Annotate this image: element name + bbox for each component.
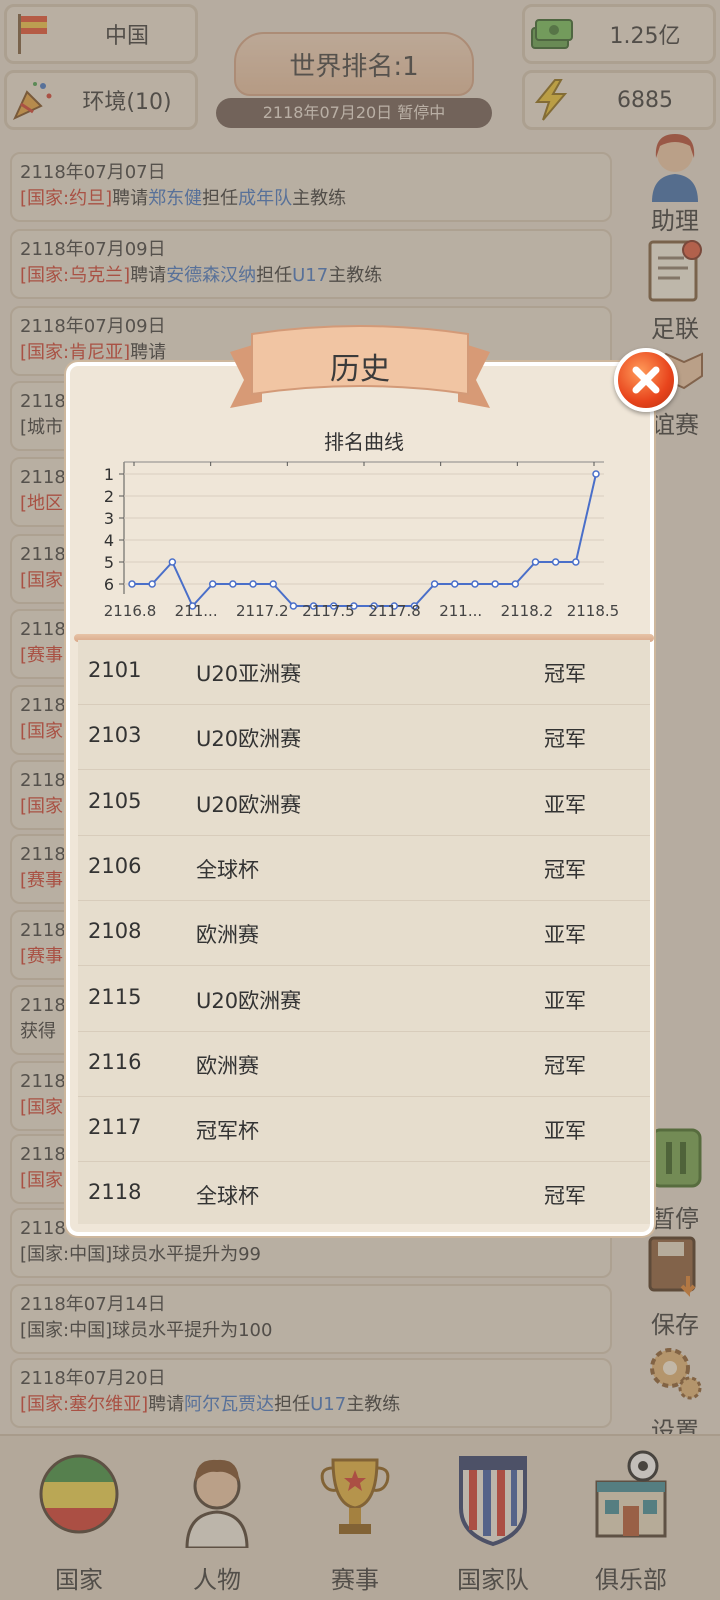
- x-tick-label: 2118.5: [567, 602, 620, 620]
- data-point: [572, 558, 580, 566]
- table-row[interactable]: 2106 全球杯 冠军: [78, 836, 650, 901]
- modal-title: 历史: [330, 352, 390, 387]
- history-year: 2118: [88, 1180, 142, 1205]
- history-result: 亚军: [544, 923, 586, 948]
- history-event: 冠军杯: [196, 1119, 259, 1144]
- history-event: U20亚洲赛: [196, 662, 302, 686]
- y-tick-label: 2: [104, 487, 114, 506]
- table-row[interactable]: 2105 U20欧洲赛 亚军: [78, 771, 650, 836]
- y-tick-label: 4: [104, 531, 114, 550]
- history-year: 2106: [88, 853, 142, 878]
- history-result: 亚军: [544, 988, 586, 1013]
- data-point: [551, 558, 560, 566]
- table-row[interactable]: 2103 U20欧洲赛 冠军: [78, 705, 650, 771]
- data-point: [229, 580, 237, 588]
- history-year: 2115: [88, 984, 142, 1009]
- rank-chart-svg: 1 2 3 4 5 6 2116.8 211... 2117.2 2117.5 2117.8 211.…: [104, 461, 620, 620]
- y-tick-label: 5: [104, 553, 114, 572]
- history-year: 2108: [88, 919, 142, 944]
- history-table[interactable]: 2101 U20亚洲赛 冠军 2103 U20欧洲赛 冠军 2105 U20欧洲赛 亚军 2106…: [78, 640, 650, 1224]
- history-result: 冠军: [544, 1053, 586, 1078]
- data-point: [168, 558, 177, 566]
- table-row[interactable]: 2115 U20欧洲赛 亚军: [78, 967, 650, 1032]
- history-result: 冠军: [544, 1184, 586, 1209]
- table-row[interactable]: 2108 欧洲赛 亚军: [78, 901, 650, 967]
- data-point: [451, 580, 459, 588]
- table-row[interactable]: 2118 全球杯 冠军: [78, 1162, 650, 1224]
- data-point: [249, 580, 257, 588]
- x-tick-label: 211...: [175, 602, 218, 620]
- data-point: [430, 580, 439, 588]
- history-event: U20欧洲赛: [196, 988, 302, 1013]
- data-point: [511, 580, 520, 588]
- table-row[interactable]: 2101 U20亚洲赛 冠军: [78, 640, 650, 705]
- history-event: 欧洲赛: [196, 923, 259, 948]
- history-event: 欧洲赛: [196, 1053, 259, 1078]
- data-point: [128, 580, 136, 588]
- table-row[interactable]: 2117 冠军杯 亚军: [78, 1097, 650, 1163]
- y-tick-label: 1: [104, 465, 114, 484]
- history-year: 2117: [88, 1115, 142, 1140]
- close-button[interactable]: [614, 348, 678, 412]
- history-year: 2101: [88, 658, 142, 682]
- y-tick-label: 3: [104, 509, 114, 528]
- history-modal: 排名曲线 1 2 3 4 5 6 2116.8 211... 2117.2 2117.5 2117.…: [66, 362, 654, 1236]
- table-row[interactable]: 2116 欧洲赛 冠军: [78, 1032, 650, 1097]
- history-event: U20欧洲赛: [196, 727, 302, 752]
- history-result: 冠军: [544, 857, 586, 882]
- history-year: 2116: [88, 1049, 142, 1074]
- data-point: [289, 602, 298, 610]
- data-point: [208, 580, 217, 588]
- data-point: [148, 580, 156, 588]
- history-result: 亚军: [544, 1119, 586, 1144]
- x-tick-label: 2117.2: [236, 602, 289, 620]
- y-tick-label: 6: [104, 575, 114, 594]
- data-point: [471, 580, 479, 588]
- modal-title-ribbon: 历史: [222, 322, 498, 410]
- history-event: U20欧洲赛: [196, 792, 302, 817]
- data-point: [491, 580, 499, 588]
- history-result: 冠军: [544, 662, 586, 686]
- chart-title: 排名曲线: [324, 430, 404, 454]
- x-tick-label: 211...: [439, 602, 482, 620]
- data-point: [592, 470, 600, 478]
- data-point: [531, 558, 540, 566]
- close-icon: [632, 366, 660, 394]
- x-tick-label: 2117.5: [302, 602, 355, 620]
- x-tick-label: 2117.8: [368, 602, 421, 620]
- x-tick-label: 2118.2: [501, 602, 554, 620]
- history-event: 全球杯: [196, 857, 259, 882]
- history-year: 2103: [88, 723, 142, 748]
- data-point: [269, 580, 277, 588]
- history-year: 2105: [88, 788, 142, 813]
- x-tick-label: 2116.8: [104, 602, 157, 620]
- history-result: 亚军: [544, 792, 586, 817]
- history-event: 全球杯: [196, 1184, 259, 1209]
- history-result: 冠军: [544, 727, 586, 752]
